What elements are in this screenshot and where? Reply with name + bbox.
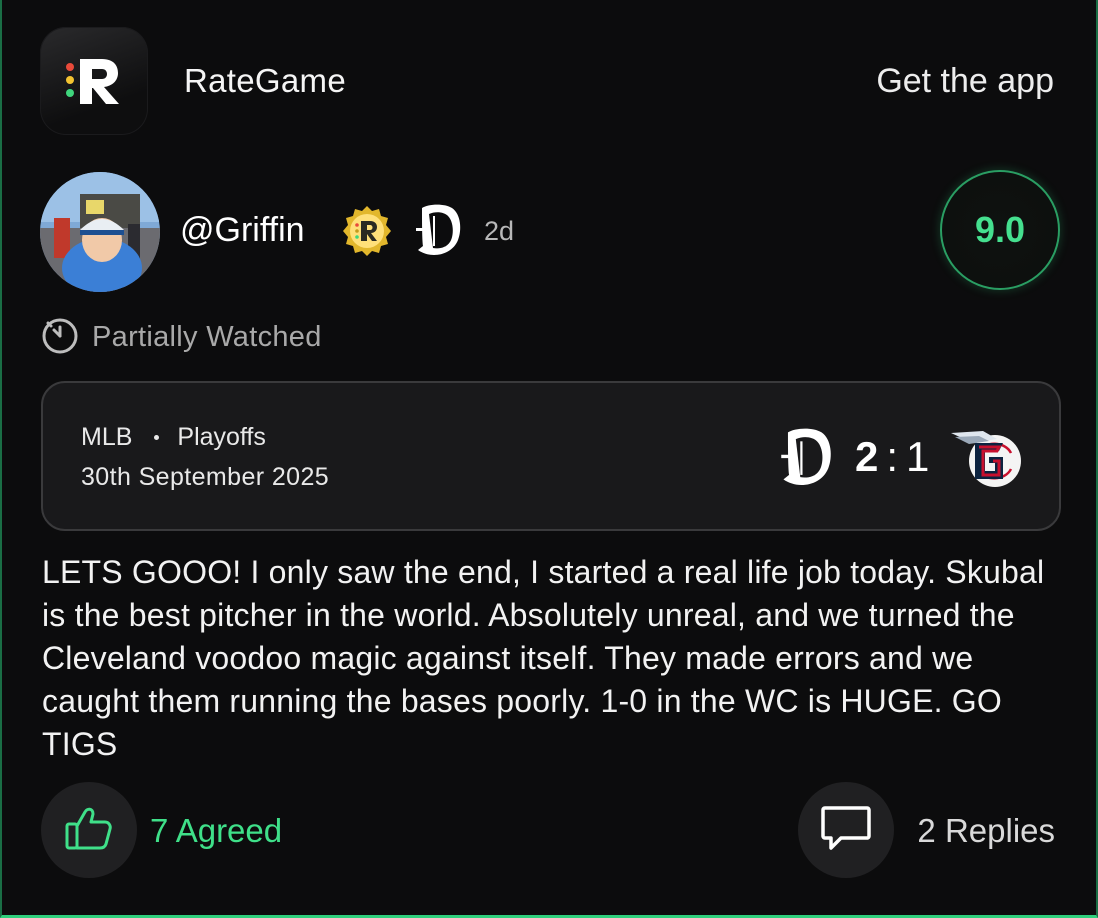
game-card[interactable]: MLB Playoffs 30th September 2025 2:1 <box>41 381 1061 531</box>
speech-bubble-icon <box>819 802 873 859</box>
rategame-logo-icon[interactable] <box>40 27 148 135</box>
app-name: RateGame <box>184 62 346 99</box>
stage-label: Playoffs <box>177 423 266 451</box>
separator-dot <box>154 435 160 440</box>
detroit-tigers-logo <box>779 421 835 493</box>
cleveland-guardians-logo <box>949 421 1025 493</box>
league-label: MLB <box>81 423 133 451</box>
game-score: 2:1 <box>855 433 929 481</box>
review-card-frame: RateGame Get the app @Griffin 2d 9.0 Par… <box>0 0 1098 918</box>
post-time-ago: 2d <box>484 216 515 246</box>
stopwatch-icon <box>40 315 80 360</box>
get-the-app-link[interactable]: Get the app <box>876 62 1054 101</box>
thumbs-up-icon <box>63 802 115 859</box>
watch-status: Partially Watched <box>40 315 322 360</box>
username[interactable]: @Griffin <box>180 211 305 250</box>
detroit-tigers-logo <box>414 200 464 260</box>
away-score: 1 <box>906 433 930 480</box>
avatar[interactable] <box>40 172 160 292</box>
rating-badge: 9.0 <box>940 170 1060 290</box>
score-separator: : <box>886 433 899 480</box>
rategame-badge-icon <box>340 204 394 258</box>
home-score: 2 <box>855 433 879 480</box>
watch-status-label: Partially Watched <box>92 321 322 353</box>
agree-button[interactable] <box>41 782 137 878</box>
rating-value: 9.0 <box>974 209 1026 250</box>
review-text: LETS GOOO! I only saw the end, I started… <box>42 554 1045 762</box>
reply-button[interactable] <box>798 782 894 878</box>
game-date: 30th September 2025 <box>81 463 330 491</box>
reply-count[interactable]: 2 Replies <box>917 812 1055 850</box>
agree-count[interactable]: 7 Agreed <box>150 812 282 850</box>
league-row: MLB Playoffs <box>81 423 266 452</box>
